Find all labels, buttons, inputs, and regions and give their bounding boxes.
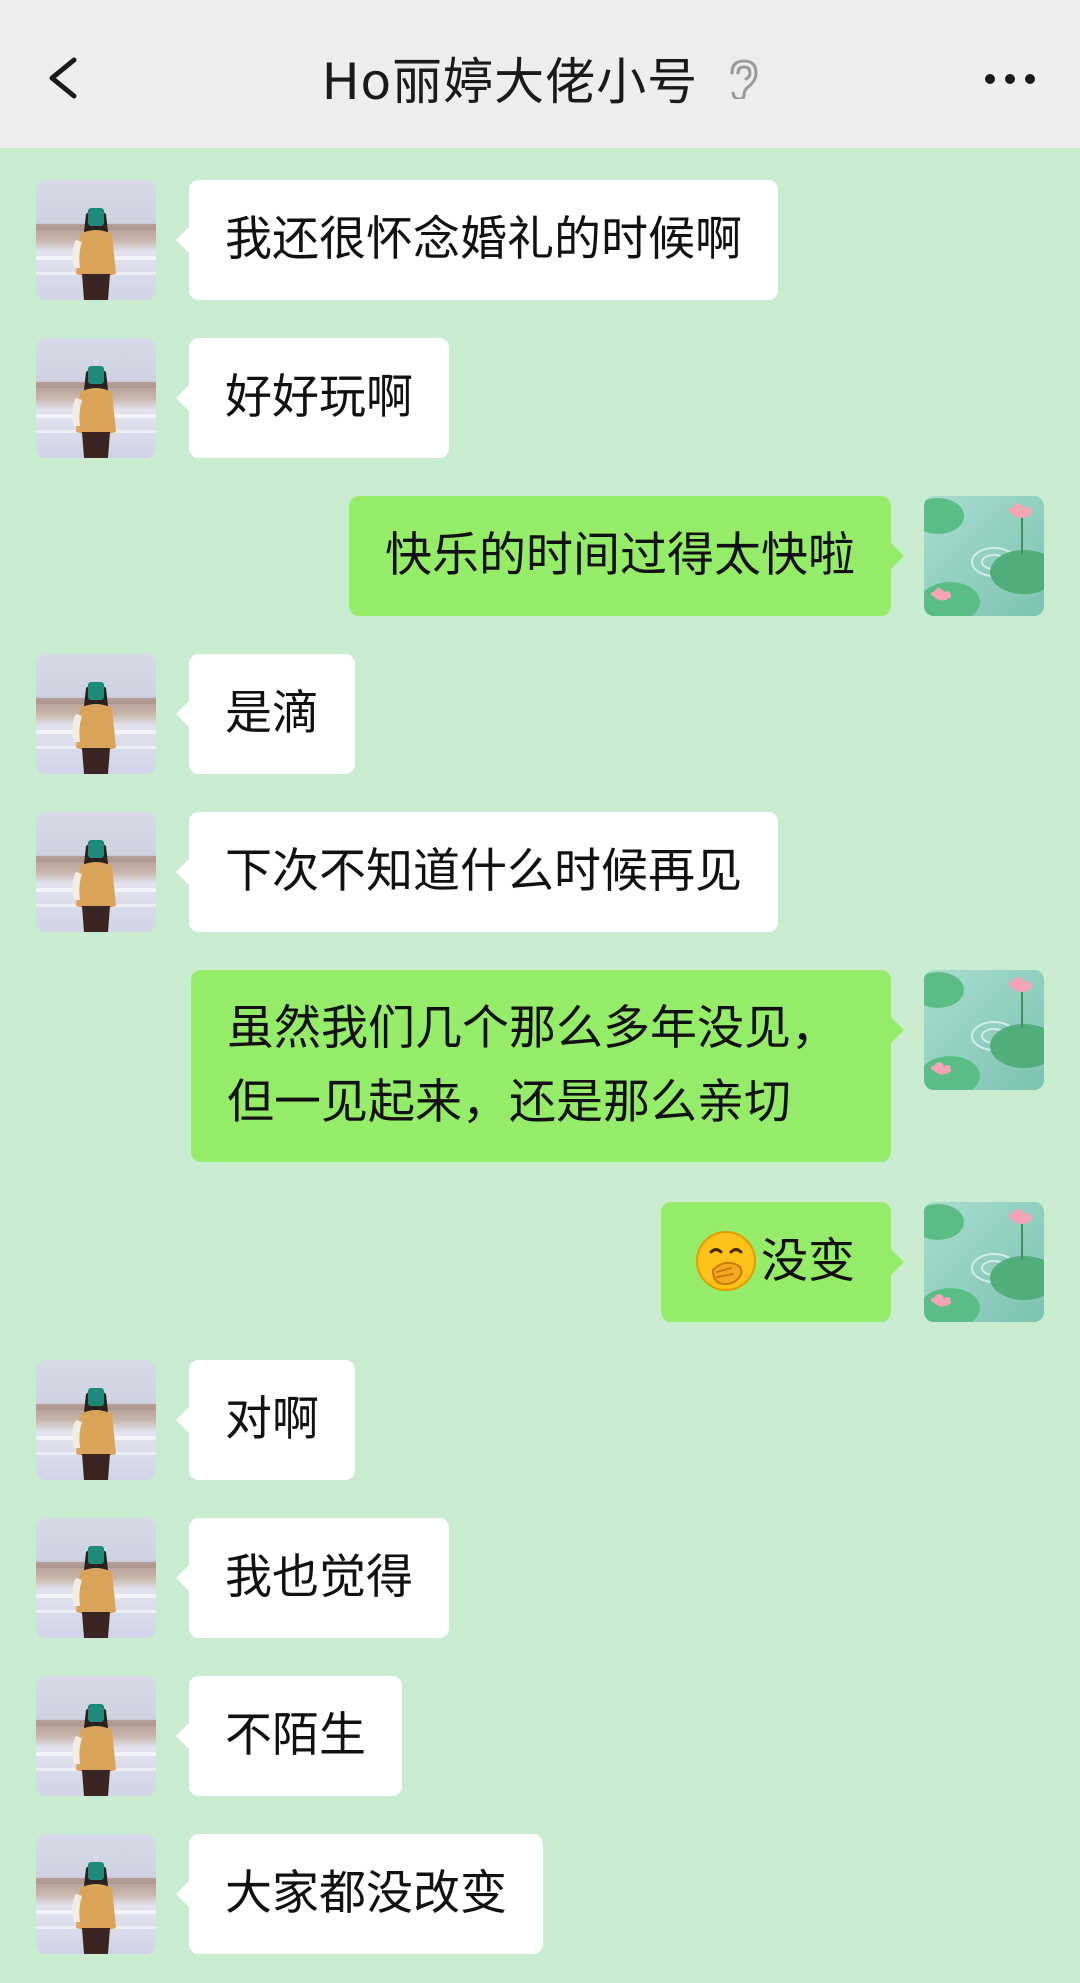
self-avatar[interactable] (924, 1202, 1044, 1322)
message-row: 大家都没改变 (0, 1834, 1080, 1954)
self-avatar[interactable] (924, 496, 1044, 616)
message-line: 虽然我们几个那么多年没见， (227, 1001, 838, 1056)
message-row: 我还很怀念婚礼的时候啊 (0, 180, 1080, 300)
hand-over-mouth-emoji-icon (696, 1230, 756, 1291)
outgoing-message-bubble[interactable]: 虽然我们几个那么多年没见， 但一见起来，还是那么亲切 (191, 970, 904, 1162)
contact-avatar[interactable] (36, 338, 156, 458)
incoming-message-bubble[interactable]: 大家都没改变 (176, 1834, 543, 1954)
message-text: 没变 (761, 1234, 855, 1289)
incoming-message-bubble[interactable]: 对啊 (176, 1360, 355, 1480)
contact-avatar[interactable] (36, 1518, 156, 1638)
incoming-message-bubble[interactable]: 我还很怀念婚礼的时候啊 (176, 180, 778, 300)
outgoing-message-bubble[interactable]: 快乐的时间过得太快啦 (349, 496, 904, 616)
message-row: 虽然我们几个那么多年没见， 但一见起来，还是那么亲切 (0, 970, 1080, 1166)
incoming-message-bubble[interactable]: 是滴 (176, 654, 355, 774)
message-row: 不陌生 (0, 1676, 1080, 1796)
message-row: 快乐的时间过得太快啦 (0, 496, 1080, 616)
more-dots-icon[interactable] (982, 64, 1038, 94)
contact-avatar[interactable] (36, 1676, 156, 1796)
contact-avatar[interactable] (36, 1360, 156, 1480)
message-line: 但一见起来，还是那么亲切 (227, 1075, 791, 1130)
incoming-message-bubble[interactable]: 我也觉得 (176, 1518, 449, 1638)
chat-title[interactable]: Ho丽婷大佬小号 (322, 42, 698, 114)
chat-header: Ho丽婷大佬小号 (0, 0, 1080, 148)
message-row: 是滴 (0, 654, 1080, 774)
incoming-message-bubble[interactable]: 不陌生 (176, 1676, 402, 1796)
message-list[interactable]: 我还很怀念婚礼的时候啊 好好玩啊 快乐的时间过得太快啦 是滴 下次不知道什么时候… (0, 148, 1080, 1983)
self-avatar[interactable] (924, 970, 1044, 1090)
incoming-message-bubble[interactable]: 下次不知道什么时候再见 (176, 812, 778, 932)
contact-avatar[interactable] (36, 180, 156, 300)
incoming-message-bubble[interactable]: 好好玩啊 (176, 338, 449, 458)
title-area: Ho丽婷大佬小号 (0, 48, 1080, 111)
message-row: 下次不知道什么时候再见 (0, 812, 1080, 932)
message-row: 我也觉得 (0, 1518, 1080, 1638)
contact-avatar[interactable] (36, 812, 156, 932)
message-row: 没变 (0, 1202, 1080, 1322)
contact-avatar[interactable] (36, 654, 156, 774)
message-row: 对啊 (0, 1360, 1080, 1480)
message-row: 好好玩啊 (0, 338, 1080, 458)
contact-avatar[interactable] (36, 1834, 156, 1954)
outgoing-message-bubble[interactable]: 没变 (661, 1202, 904, 1322)
ear-icon (730, 59, 758, 99)
